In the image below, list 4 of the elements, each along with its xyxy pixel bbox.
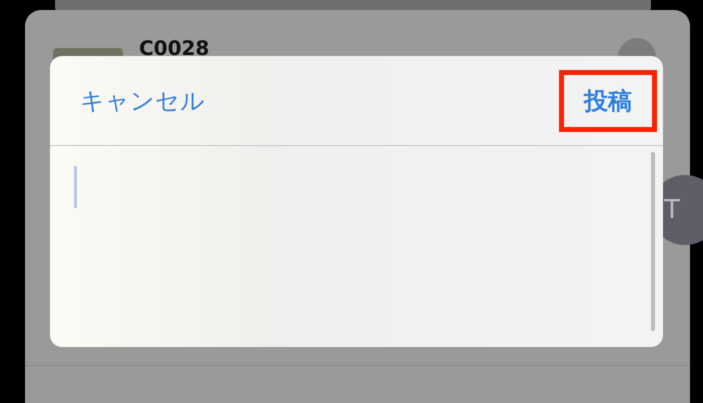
cancel-button[interactable]: キャンセル <box>80 84 205 116</box>
text-cursor <box>74 166 77 208</box>
item-title: C0028 <box>139 38 210 58</box>
post-button[interactable]: 投稿 <box>584 84 632 116</box>
